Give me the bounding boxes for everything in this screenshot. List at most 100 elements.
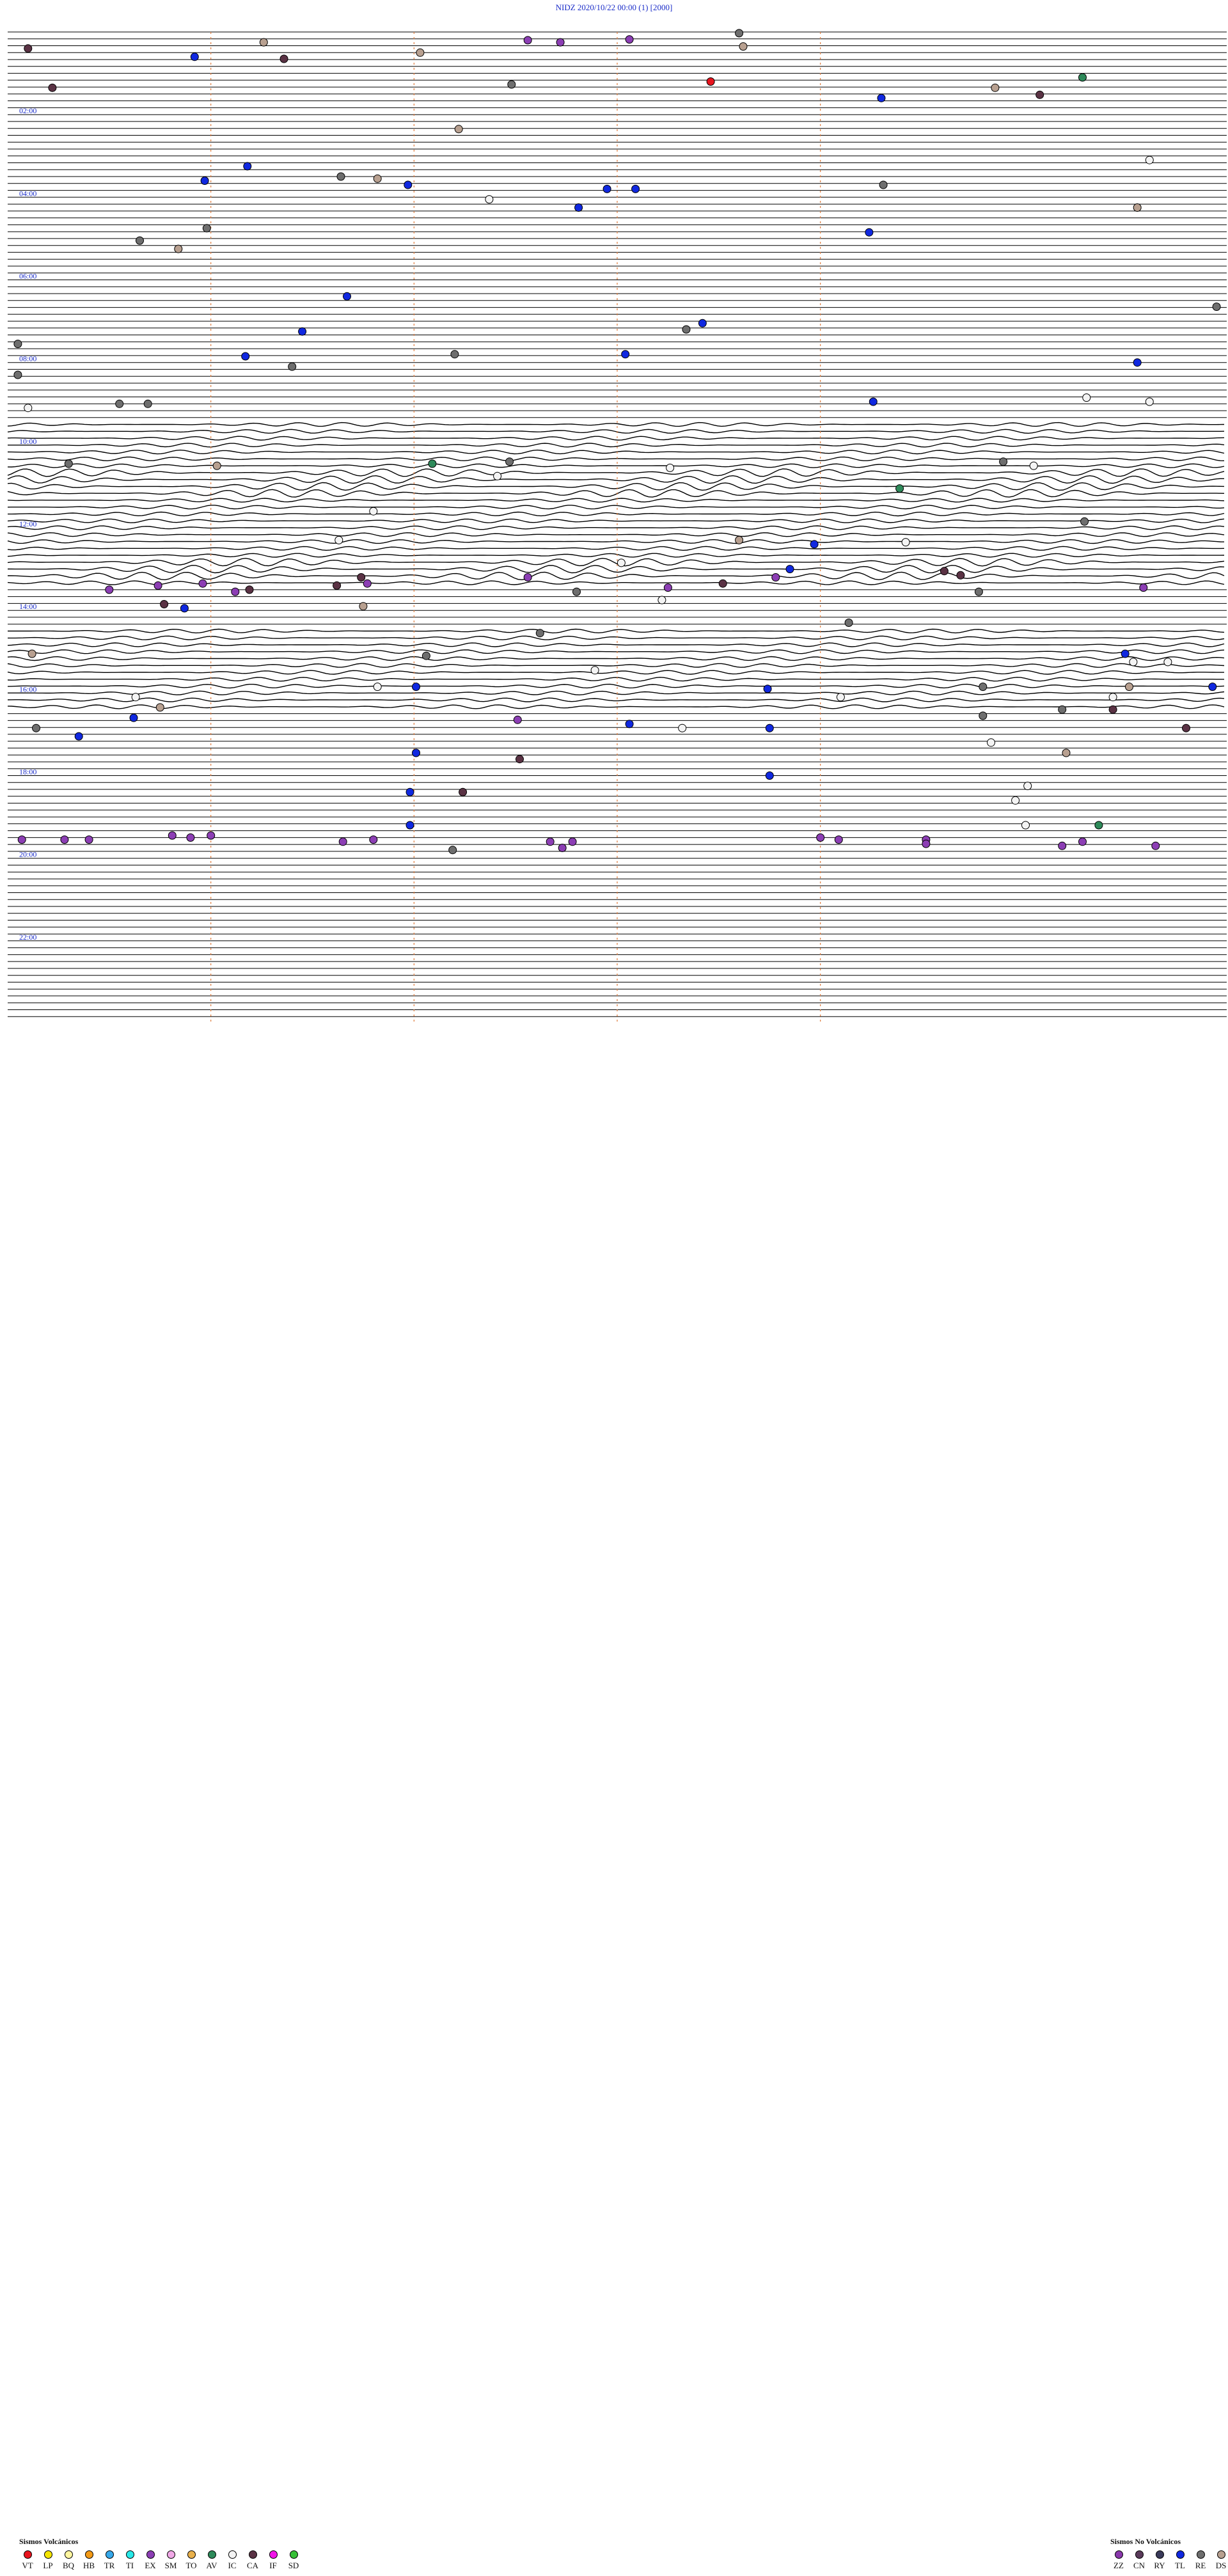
event-marker xyxy=(428,459,437,468)
legend-item: AV xyxy=(203,2550,220,2571)
event-marker xyxy=(836,693,845,702)
event-marker xyxy=(198,579,207,588)
event-marker xyxy=(879,180,888,189)
event-marker xyxy=(602,184,611,193)
legend-label: TL xyxy=(1175,2561,1185,2570)
trace-line xyxy=(7,436,1225,441)
event-marker xyxy=(1129,658,1138,667)
event-marker xyxy=(974,587,983,596)
event-marker xyxy=(13,370,22,379)
event-marker xyxy=(64,459,73,468)
event-marker xyxy=(1021,821,1030,830)
event-marker xyxy=(190,52,199,61)
event-marker xyxy=(454,125,463,134)
legend-item: CA xyxy=(244,2550,261,2571)
event-marker xyxy=(1078,837,1087,846)
trace-line xyxy=(7,670,1224,675)
legend-volcanic-title: Sismos Volcánicos xyxy=(19,2537,79,2546)
legend-swatch xyxy=(1135,2550,1144,2559)
legend-label: DS xyxy=(1215,2561,1227,2570)
trace-line xyxy=(7,518,1225,523)
event-marker xyxy=(359,602,368,611)
legend-swatch xyxy=(64,2550,73,2559)
legend-swatch xyxy=(125,2550,134,2559)
event-marker xyxy=(131,693,140,702)
event-marker xyxy=(24,44,33,53)
trace-line xyxy=(7,558,1225,567)
legend-swatch xyxy=(105,2550,114,2559)
hour-label: 04:00 xyxy=(19,189,36,198)
legend-swatch xyxy=(248,2550,257,2559)
event-marker xyxy=(450,350,459,359)
event-marker xyxy=(459,787,468,796)
legend-label: EX xyxy=(145,2561,156,2570)
event-marker xyxy=(168,831,177,840)
trace-line xyxy=(7,463,1225,468)
event-marker xyxy=(1208,683,1217,691)
event-marker xyxy=(507,80,516,89)
event-marker xyxy=(363,579,372,588)
legend-item: DS xyxy=(1213,2550,1228,2571)
event-marker xyxy=(523,573,532,581)
event-marker xyxy=(412,748,420,757)
legend-label: IC xyxy=(228,2561,237,2570)
legend-item: HB xyxy=(81,2550,97,2571)
trace-line xyxy=(7,656,1225,661)
event-marker xyxy=(1011,796,1020,805)
event-marker xyxy=(154,581,162,590)
trace-line xyxy=(7,642,1225,647)
event-marker xyxy=(288,362,297,371)
event-marker xyxy=(143,399,152,408)
trace-line xyxy=(7,449,1225,455)
event-marker xyxy=(1182,723,1190,732)
trace-line xyxy=(7,429,1225,434)
event-marker xyxy=(1125,683,1133,691)
event-marker xyxy=(1023,782,1032,791)
event-marker xyxy=(421,651,430,660)
event-marker xyxy=(678,723,687,732)
legend-swatch xyxy=(1196,2550,1205,2559)
helicorder-plot: 02:00 04:00 06:00 08:00 10:00 12:00 14:00 16:00… xyxy=(7,29,1227,1023)
event-marker xyxy=(1121,649,1130,658)
event-marker xyxy=(1139,583,1148,592)
legend-item: SD xyxy=(285,2550,302,2571)
hour-label: 22:00 xyxy=(19,933,36,942)
trace-line xyxy=(7,546,1225,551)
trace-line xyxy=(8,635,1225,640)
event-marker xyxy=(105,585,114,594)
event-marker xyxy=(1080,517,1089,526)
event-marker xyxy=(816,833,825,842)
event-marker xyxy=(1094,821,1103,830)
legend-label: CN xyxy=(1133,2561,1145,2570)
event-marker xyxy=(1145,397,1154,406)
legend-label: TI xyxy=(125,2561,134,2570)
event-marker xyxy=(1062,748,1071,757)
event-marker xyxy=(1151,841,1160,850)
trace-line xyxy=(7,498,1225,503)
event-marker xyxy=(336,172,345,181)
event-marker xyxy=(590,666,599,675)
legend-label: RE xyxy=(1195,2561,1206,2570)
event-marker xyxy=(1058,705,1067,714)
legend-item: SM xyxy=(162,2550,179,2571)
hour-label: 12:00 xyxy=(19,519,36,528)
legend-item: RY xyxy=(1151,2550,1168,2571)
event-marker xyxy=(24,404,33,413)
trace-line xyxy=(7,704,1225,709)
legend-swatch xyxy=(1216,2550,1225,2559)
event-marker xyxy=(572,587,581,596)
event-marker xyxy=(412,683,420,691)
event-marker xyxy=(987,738,995,747)
trace-line xyxy=(8,443,1225,448)
hour-label: 20:00 xyxy=(19,850,36,859)
event-marker xyxy=(865,228,874,237)
legend-label: TR xyxy=(104,2561,115,2570)
event-marker xyxy=(574,203,583,212)
event-marker xyxy=(1133,203,1142,212)
trace-line xyxy=(7,456,1225,462)
event-marker xyxy=(979,683,988,691)
event-marker xyxy=(404,180,413,189)
trace-line xyxy=(7,553,1225,558)
legend-item: BQ xyxy=(60,2550,77,2571)
legend-swatch xyxy=(84,2550,93,2559)
